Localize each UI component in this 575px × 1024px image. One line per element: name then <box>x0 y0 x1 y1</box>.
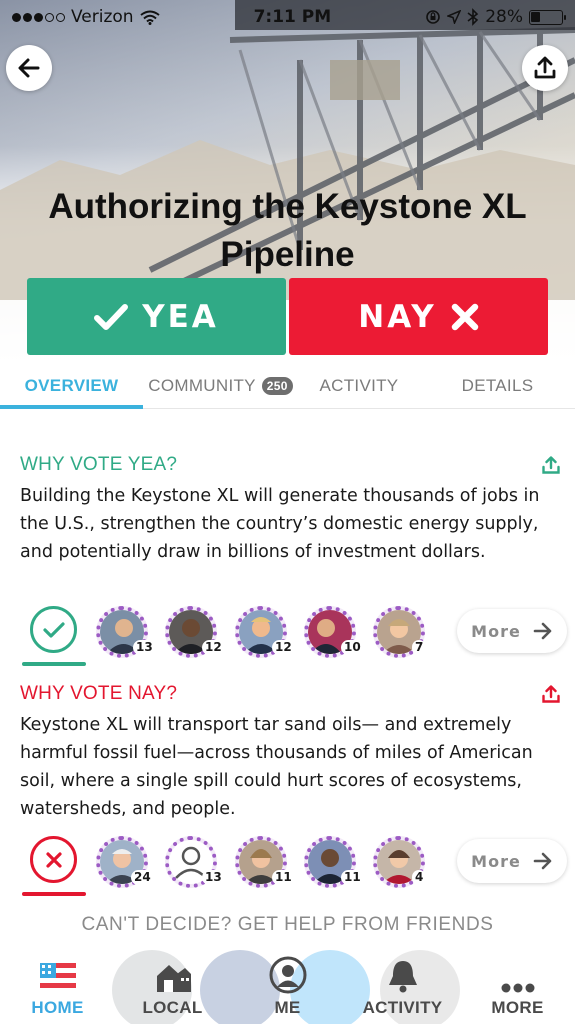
checkmark-icon <box>94 303 129 330</box>
status-right: 28% <box>425 7 566 27</box>
x-circle-icon <box>30 836 77 883</box>
nav-local[interactable]: LOCAL <box>115 944 230 1024</box>
nav-label: ME <box>274 998 301 1017</box>
more-label: More <box>471 621 521 641</box>
bluetooth-icon <box>467 8 479 26</box>
bottom-nav-bar: HOME LOCAL ME ACTIVITY MORE <box>0 944 575 1024</box>
supporter-count: 11 <box>341 870 364 885</box>
share-button[interactable] <box>522 45 568 91</box>
battery-icon <box>528 9 566 25</box>
tab-details[interactable]: DETAILS <box>420 363 575 408</box>
supporter-count: 24 <box>131 870 154 885</box>
person-icon <box>269 956 306 994</box>
community-count-badge: 250 <box>261 376 293 395</box>
yea-supporters: 13 12 12 10 7 More <box>0 604 575 674</box>
nav-label: HOME <box>31 998 84 1017</box>
tab-community[interactable]: COMMUNITY 250 <box>143 363 298 408</box>
nay-label: NAY <box>358 298 437 335</box>
nav-activity[interactable]: ACTIVITY <box>345 944 460 1024</box>
arrow-right-icon <box>533 622 552 640</box>
supporter-count: 11 <box>272 870 295 885</box>
tab-label: DETAILS <box>461 375 534 395</box>
why-yea-body: Building the Keystone XL will generate t… <box>20 486 540 562</box>
nav-label: LOCAL <box>142 998 203 1017</box>
wifi-icon <box>139 10 160 25</box>
nav-label: MORE <box>491 998 544 1017</box>
why-vote-yea: WHY VOTE YEA? Building the Keystone XL w… <box>20 452 560 566</box>
hero-banner: Verizon 7:11 PM 28% Authorizing the Keys… <box>0 0 575 365</box>
help-from-friends-prompt[interactable]: CAN'T DECIDE? GET HELP FROM FRIENDS <box>0 914 575 936</box>
bottom-nav: HOME LOCAL ME ACTIVITY MORE <box>0 944 575 1024</box>
tab-overview[interactable]: OVERVIEW <box>0 363 143 409</box>
why-vote-nay: WHY VOTE NAY? Keystone XL will transport… <box>20 681 560 823</box>
nay-supporters: 24 13 11 11 4 More <box>0 834 575 904</box>
status-time: 7:11 PM <box>253 7 332 27</box>
orientation-lock-icon <box>426 10 440 24</box>
tab-label: COMMUNITY <box>148 375 256 395</box>
carrier-name: Verizon <box>71 7 134 27</box>
status-left: Verizon <box>12 7 160 27</box>
more-yea-supporters-button[interactable]: More <box>457 609 567 653</box>
nav-home[interactable]: HOME <box>0 944 115 1024</box>
supporter-count: 4 <box>412 870 427 885</box>
battery-level <box>531 12 540 22</box>
why-nay-title: WHY VOTE NAY? <box>20 683 178 704</box>
vote-yea-toggle[interactable] <box>22 604 86 674</box>
tab-label: ACTIVITY <box>319 375 399 395</box>
yea-label: YEA <box>142 298 219 335</box>
share-yea-icon[interactable] <box>542 456 560 474</box>
nav-more[interactable]: MORE <box>460 944 575 1024</box>
why-nay-body: Keystone XL will transport tar sand oils… <box>20 715 533 819</box>
bell-icon <box>388 961 417 993</box>
arrow-right-icon <box>533 852 552 870</box>
share-icon <box>534 56 556 79</box>
yea-button[interactable]: YEA <box>27 278 286 355</box>
tab-activity[interactable]: ACTIVITY <box>298 363 420 408</box>
nav-label: ACTIVITY <box>362 998 443 1017</box>
location-icon <box>447 10 462 24</box>
battery-percent: 28% <box>485 7 523 27</box>
back-button[interactable] <box>6 45 52 91</box>
yea-selected-underline <box>22 662 86 666</box>
more-label: More <box>471 851 521 871</box>
more-icon <box>501 983 534 993</box>
x-icon <box>451 303 478 330</box>
more-nay-supporters-button[interactable]: More <box>457 839 567 883</box>
signal-strength-icon <box>12 12 65 22</box>
vote-nay-toggle[interactable] <box>22 834 86 904</box>
tab-label: OVERVIEW <box>24 375 119 395</box>
why-yea-title: WHY VOTE YEA? <box>20 454 178 475</box>
nay-button[interactable]: NAY <box>289 278 548 355</box>
supporter-count: 10 <box>341 640 364 655</box>
supporter-count: 13 <box>133 640 156 655</box>
arrow-left-icon <box>18 58 40 78</box>
nay-selected-underline <box>22 892 86 896</box>
supporter-count: 12 <box>272 640 295 655</box>
house-icon <box>156 965 191 992</box>
check-circle-icon <box>30 606 77 653</box>
status-bar: Verizon 7:11 PM 28% <box>0 0 575 34</box>
supporter-count: 12 <box>202 640 225 655</box>
bill-title: Authorizing the Keystone XL Pipeline <box>48 187 527 274</box>
supporter-count: 13 <box>202 870 225 885</box>
nav-me[interactable]: ME <box>230 944 345 1024</box>
share-nay-icon[interactable] <box>542 685 560 703</box>
supporter-count: 7 <box>412 640 427 655</box>
tab-bar: OVERVIEW COMMUNITY 250 ACTIVITY DETAILS <box>0 363 575 409</box>
flag-icon <box>39 963 76 993</box>
vote-buttons: YEA NAY <box>27 278 548 355</box>
